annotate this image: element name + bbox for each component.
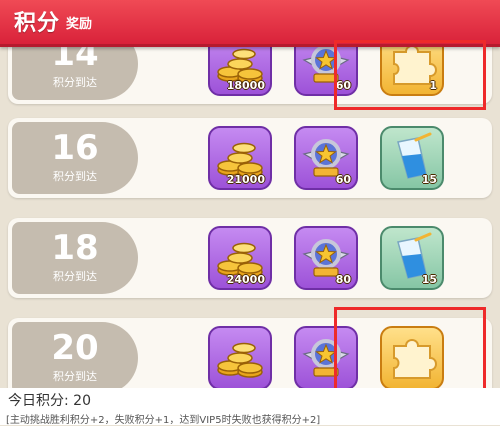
reward-item-drink[interactable]: 15 (380, 126, 444, 190)
tier-badge: 16 积分到达 (12, 122, 138, 194)
reward-item-coins[interactable]: 24000 (208, 226, 272, 290)
tier-label: 积分到达 (53, 170, 97, 183)
reward-item-badge[interactable]: 60 (294, 126, 358, 190)
reward-item-coins[interactable]: 21000 (208, 126, 272, 190)
tier-points: 18 (51, 228, 99, 268)
tier-badge: 20 积分到达 (12, 322, 138, 394)
highlight-box-bottom (334, 307, 486, 399)
reward-row: 18 积分到达 24000 80 15 (8, 218, 492, 298)
reward-row: 16 积分到达 21000 60 15 (8, 118, 492, 198)
reward-quantity: 15 (421, 173, 437, 186)
today-points: 今日积分: 20 (8, 390, 91, 410)
reward-quantity: 21000 (226, 173, 265, 186)
reward-quantity: 18000 (226, 79, 265, 92)
gold-coins-icon (217, 342, 263, 378)
header-title: 积分 (14, 11, 61, 36)
tier-points: 16 (51, 128, 99, 168)
highlight-box-top (334, 40, 486, 110)
reward-item-coins[interactable] (208, 326, 272, 390)
points-footer: 今日积分: 20 [主动挑战胜利积分+2，失败积分+1，达到VIP5时失败也获得… (0, 388, 500, 426)
tier-label: 积分到达 (53, 370, 97, 383)
tier-badge: 18 积分到达 (12, 222, 138, 294)
reward-item-badge[interactable]: 80 (294, 226, 358, 290)
reward-quantity: 80 (335, 273, 351, 286)
header-subtitle: 奖励 (66, 17, 93, 32)
today-points-label: 今日积分: (8, 393, 69, 409)
points-rule-text: [主动挑战胜利积分+2，失败积分+1，达到VIP5时失败也获得积分+2] (6, 415, 321, 426)
reward-quantity: 24000 (226, 273, 265, 286)
reward-quantity: 15 (421, 273, 437, 286)
reward-item-drink[interactable]: 15 (380, 226, 444, 290)
tier-points: 20 (51, 328, 99, 368)
tier-label: 积分到达 (53, 76, 97, 89)
today-points-value: 20 (73, 393, 91, 409)
tier-label: 积分到达 (53, 270, 97, 283)
reward-quantity: 60 (335, 173, 351, 186)
